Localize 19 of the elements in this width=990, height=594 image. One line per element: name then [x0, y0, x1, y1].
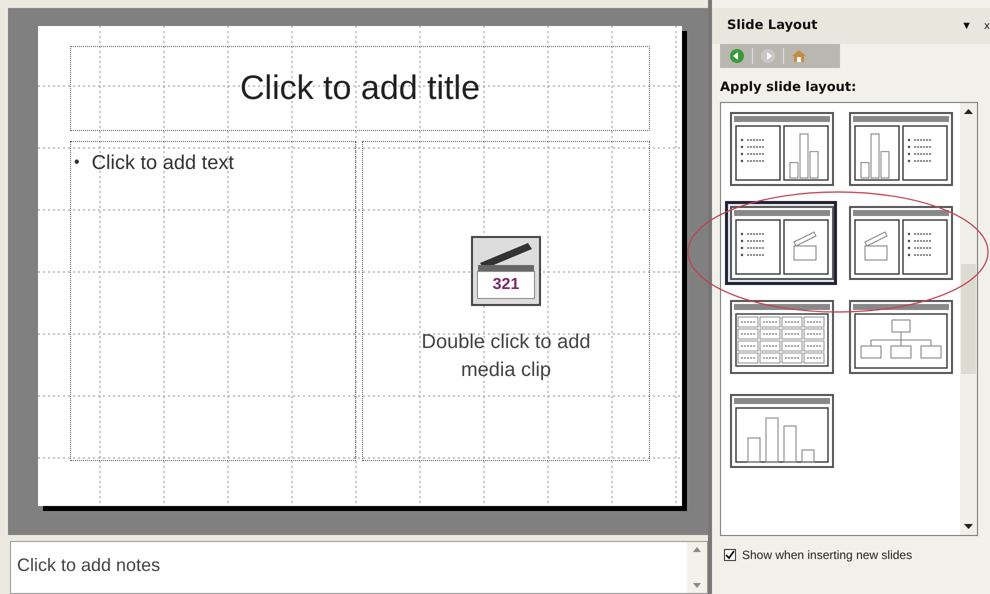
scrollbar[interactable]: [960, 102, 977, 534]
scrollbar-thumb[interactable]: [961, 264, 976, 374]
pane-menu-button[interactable]: ▼: [961, 18, 972, 34]
clapper-stick-icon: [476, 241, 536, 271]
placeholder-text: Click to add text: [92, 151, 234, 176]
text-placeholder[interactable]: • Click to add text: [70, 141, 356, 461]
section-label: Apply slide layout:: [720, 79, 858, 97]
clip-number: 321: [477, 271, 535, 299]
bullet: •: [74, 153, 80, 173]
media-placeholder[interactable]: 321 Double click to add media clip: [362, 141, 650, 461]
layout-list[interactable]: [720, 102, 978, 536]
layout-thumbnail[interactable]: [725, 200, 837, 284]
checkmark-icon: [725, 550, 735, 560]
show-when-inserting-checkbox[interactable]: Show when inserting new slides: [724, 546, 990, 564]
pane-title: Slide Layout: [727, 17, 818, 36]
title-placeholder[interactable]: Click to add title: [70, 46, 650, 131]
placeholder-text: Double click to add media clip: [420, 330, 592, 383]
home-icon: [791, 48, 807, 64]
close-button[interactable]: x: [984, 18, 990, 34]
